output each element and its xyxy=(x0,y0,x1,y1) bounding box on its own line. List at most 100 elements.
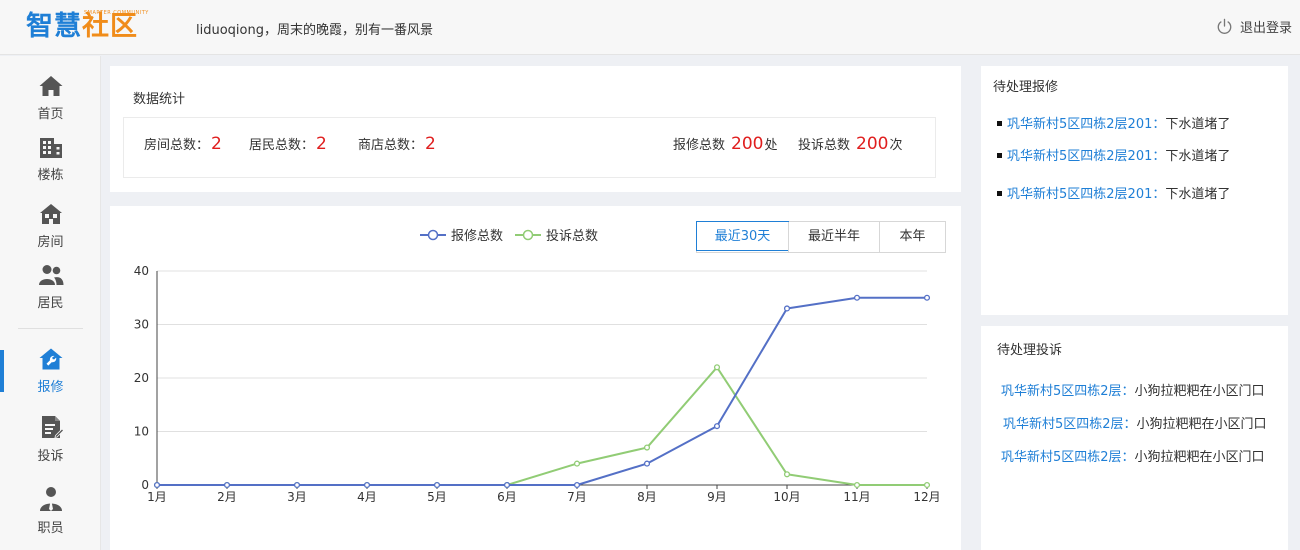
data-point-complaints xyxy=(853,481,861,489)
tab-last-half-year[interactable]: 最近半年 xyxy=(788,222,879,252)
complaint-issue: 小狗拉粑粑在小区门口 xyxy=(1136,417,1267,432)
series-line-complaints xyxy=(157,366,927,486)
sidebar-nav: 首页 楼栋 房间 居民 报修 投诉 职员 xyxy=(0,56,101,550)
staff-icon xyxy=(39,487,62,511)
repair-icon xyxy=(39,348,62,370)
pending-repairs-title: 待处理报修 xyxy=(993,80,1059,95)
data-point-complaints xyxy=(573,460,581,467)
complaints-total-stat: 投诉总数 200次 xyxy=(798,134,902,154)
y-tick-label: 10 xyxy=(134,425,149,439)
x-tick-label: 1月 xyxy=(147,490,167,504)
pending-complaints-panel: 待处理投诉 巩华新村5区四栋2层：小狗拉粑粑在小区门口 巩华新村5区四栋2层：小… xyxy=(981,326,1288,550)
x-tick-label: 7月 xyxy=(567,490,587,504)
complaint-icon xyxy=(41,416,64,439)
repair-issue: 下水道堵了 xyxy=(1165,187,1231,202)
sidebar-item-repairs[interactable]: 报修 xyxy=(0,347,101,395)
sidebar-item-label: 居民 xyxy=(37,296,64,311)
logout-label: 退出登录 xyxy=(1239,21,1292,36)
stats-title: 数据统计 xyxy=(133,92,186,107)
line-chart: 0102030401月 2月 3月 4月 5月 6月 7月 8月 9月 10月 11月 12月 xyxy=(134,264,941,504)
bullet-icon xyxy=(997,191,1002,196)
data-point-complaints xyxy=(713,364,721,371)
x-tick-label: 12月 xyxy=(913,490,940,504)
data-point-repairs xyxy=(293,481,301,489)
legend-label: 投诉总数 xyxy=(546,229,599,244)
sidebar-item-label: 投诉 xyxy=(37,449,64,464)
legend-item-complaints[interactable]: 投诉总数 xyxy=(515,225,598,244)
data-point-repairs xyxy=(853,294,861,301)
legend-label: 报修总数 xyxy=(451,229,504,244)
range-tabs: 最近30天 最近半年 本年 xyxy=(696,221,946,253)
people-icon xyxy=(38,265,63,285)
top-header: SMARTER COMMUNITY 智慧 社区 liduoqiong，周末的晚霞，… xyxy=(0,0,1300,55)
sidebar-item-rooms[interactable]: 房间 xyxy=(0,202,101,250)
list-item[interactable]: 巩华新村5区四栋2层：小狗拉粑粑在小区门口 xyxy=(1003,413,1267,432)
sidebar-item-home[interactable]: 首页 xyxy=(0,74,101,122)
list-item[interactable]: 巩华新村5区四栋2层201：下水道堵了 xyxy=(997,183,1230,202)
bullet-icon xyxy=(997,121,1002,126)
list-item[interactable]: 巩华新村5区四栋2层：小狗拉粑粑在小区门口 xyxy=(1001,380,1265,399)
x-tick-label: 6月 xyxy=(497,490,517,504)
list-item[interactable]: 巩华新村5区四栋2层201：下水道堵了 xyxy=(997,145,1230,164)
house-icon xyxy=(39,204,62,224)
tab-last-30-days[interactable]: 最近30天 xyxy=(696,221,789,251)
shops-total-value: 2 xyxy=(425,134,436,154)
data-point-repairs xyxy=(363,481,371,489)
x-tick-label: 3月 xyxy=(287,490,307,504)
repair-location: 巩华新村5区四栋2层201： xyxy=(1007,187,1166,202)
list-item[interactable]: 巩华新村5区四栋2层201：下水道堵了 xyxy=(997,113,1230,132)
building-icon xyxy=(39,138,62,158)
x-tick-label: 10月 xyxy=(773,490,800,504)
stats-panel: 数据统计 房间总数： 2 居民总数： 2 商店总数： 2 报修总数 200处 投诉总数 2… xyxy=(110,66,961,192)
data-point-repairs xyxy=(783,305,791,312)
sidebar-item-label: 报修 xyxy=(37,380,64,395)
complaint-issue: 小狗拉粑粑在小区门口 xyxy=(1134,384,1265,399)
chart-panel: 0 10 20 30 40 1月 2月 3月 4月 5月 6月 7月 8月 9月 10月 11月 12月 报修总… xyxy=(110,206,961,550)
repair-issue: 下水道堵了 xyxy=(1165,117,1231,132)
x-tick-label: 8月 xyxy=(637,490,657,504)
tab-this-year[interactable]: 本年 xyxy=(879,222,945,252)
bullet-icon xyxy=(997,153,1002,158)
sidebar-item-label: 首页 xyxy=(37,107,64,122)
logout-button[interactable]: 退出登录 xyxy=(1216,17,1292,36)
repairs-total-unit: 处 xyxy=(764,138,778,153)
y-tick-label: 30 xyxy=(134,318,149,332)
x-tick-label: 2月 xyxy=(217,490,237,504)
legend-line-icon xyxy=(420,229,446,240)
repair-location: 巩华新村5区四栋2层201： xyxy=(1007,117,1166,132)
sidebar-item-buildings[interactable]: 楼栋 xyxy=(0,135,101,183)
sidebar-item-complaints[interactable]: 投诉 xyxy=(0,414,101,464)
greeting-text: liduoqiong，周末的晚霞，别有一番风景 xyxy=(196,23,433,38)
sidebar-item-residents[interactable]: 居民 xyxy=(0,263,101,311)
repairs-total-stat: 报修总数 200处 xyxy=(673,134,777,154)
chart-legend: 报修总数 投诉总数 xyxy=(420,225,610,244)
x-tick-label: 11月 xyxy=(843,490,870,504)
x-tick-label: 5月 xyxy=(427,490,447,504)
app-logo[interactable]: SMARTER COMMUNITY 智慧 社区 xyxy=(26,10,148,44)
y-tick-label: 40 xyxy=(134,264,149,278)
list-item[interactable]: 巩华新村5区四栋2层：小狗拉粑粑在小区门口 xyxy=(1001,446,1265,465)
repairs-total-value: 200 xyxy=(731,134,764,154)
complaint-location: 巩华新村5区四栋2层： xyxy=(1001,450,1135,465)
rooms-total-label: 房间总数： xyxy=(144,138,210,153)
rooms-total-stat: 房间总数： 2 xyxy=(144,134,222,154)
data-point-repairs xyxy=(433,481,441,489)
complaint-location: 巩华新村5区四栋2层： xyxy=(1003,417,1137,432)
sidebar-item-staff[interactable]: 职员 xyxy=(0,486,101,536)
residents-total-value: 2 xyxy=(316,134,327,154)
repairs-total-label: 报修总数 xyxy=(673,138,726,153)
stats-box: 房间总数： 2 居民总数： 2 商店总数： 2 报修总数 200处 投诉总数 200次 xyxy=(123,117,936,178)
complaints-total-unit: 次 xyxy=(889,138,903,153)
residents-total-label: 居民总数： xyxy=(249,138,315,153)
shops-total-stat: 商店总数： 2 xyxy=(358,134,436,154)
home-icon xyxy=(39,76,62,96)
complaint-location: 巩华新村5区四栋2层： xyxy=(1001,384,1135,399)
legend-item-repairs[interactable]: 报修总数 xyxy=(420,225,503,244)
legend-line-icon xyxy=(515,229,542,240)
x-tick-label: 4月 xyxy=(357,490,377,504)
logo-subtitle: SMARTER COMMUNITY xyxy=(84,10,149,16)
series-line-repairs xyxy=(157,296,927,486)
data-point-complaints xyxy=(783,471,791,478)
sidebar-item-label: 楼栋 xyxy=(37,168,64,183)
power-icon xyxy=(1217,18,1232,34)
